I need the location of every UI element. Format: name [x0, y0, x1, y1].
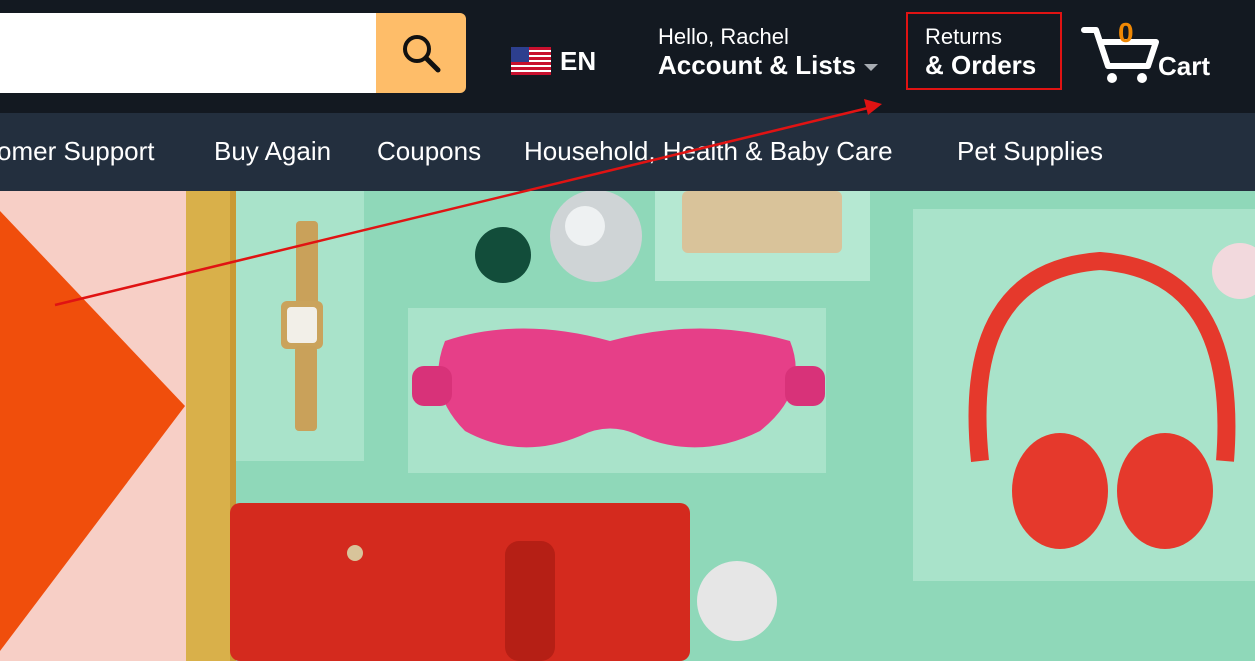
nav-item-pet-supplies[interactable]: Pet Supplies — [957, 113, 1103, 191]
orders-label: & Orders — [925, 50, 1037, 80]
top-header: EN Hello, Rachel Account & Lists Returns… — [0, 0, 1255, 113]
account-lists-label-row: Account & Lists — [658, 50, 878, 80]
nav-item-buy-again[interactable]: Buy Again — [214, 113, 331, 191]
account-lists-menu[interactable]: Hello, Rachel Account & Lists — [658, 24, 878, 80]
nav-item-coupons[interactable]: Coupons — [377, 113, 481, 191]
nav-item-customer-support[interactable]: omer Support — [0, 113, 155, 191]
account-greeting: Hello, Rachel — [658, 24, 789, 49]
us-flag-icon — [511, 47, 551, 75]
hero-banner[interactable] — [0, 191, 1255, 661]
chevron-down-icon — [863, 63, 878, 71]
language-selector[interactable]: EN — [511, 45, 596, 77]
returns-orders-link[interactable]: Returns & Orders — [906, 12, 1062, 90]
language-code: EN — [560, 45, 597, 76]
search-input[interactable] — [0, 13, 377, 93]
cart-button[interactable]: 0 Cart — [1080, 18, 1250, 88]
search-icon — [403, 35, 441, 73]
search-button[interactable] — [376, 13, 466, 93]
cart-label: Cart — [1158, 51, 1211, 81]
hero-image — [0, 191, 1255, 661]
cart-count: 0 — [1118, 17, 1134, 48]
returns-label: Returns — [925, 24, 1003, 49]
nav-item-household-health-baby[interactable]: Household, Health & Baby Care — [524, 113, 893, 191]
account-lists-label: Account & Lists — [658, 50, 856, 80]
nav-bar: omer Support Buy Again Coupons Household… — [0, 113, 1255, 191]
